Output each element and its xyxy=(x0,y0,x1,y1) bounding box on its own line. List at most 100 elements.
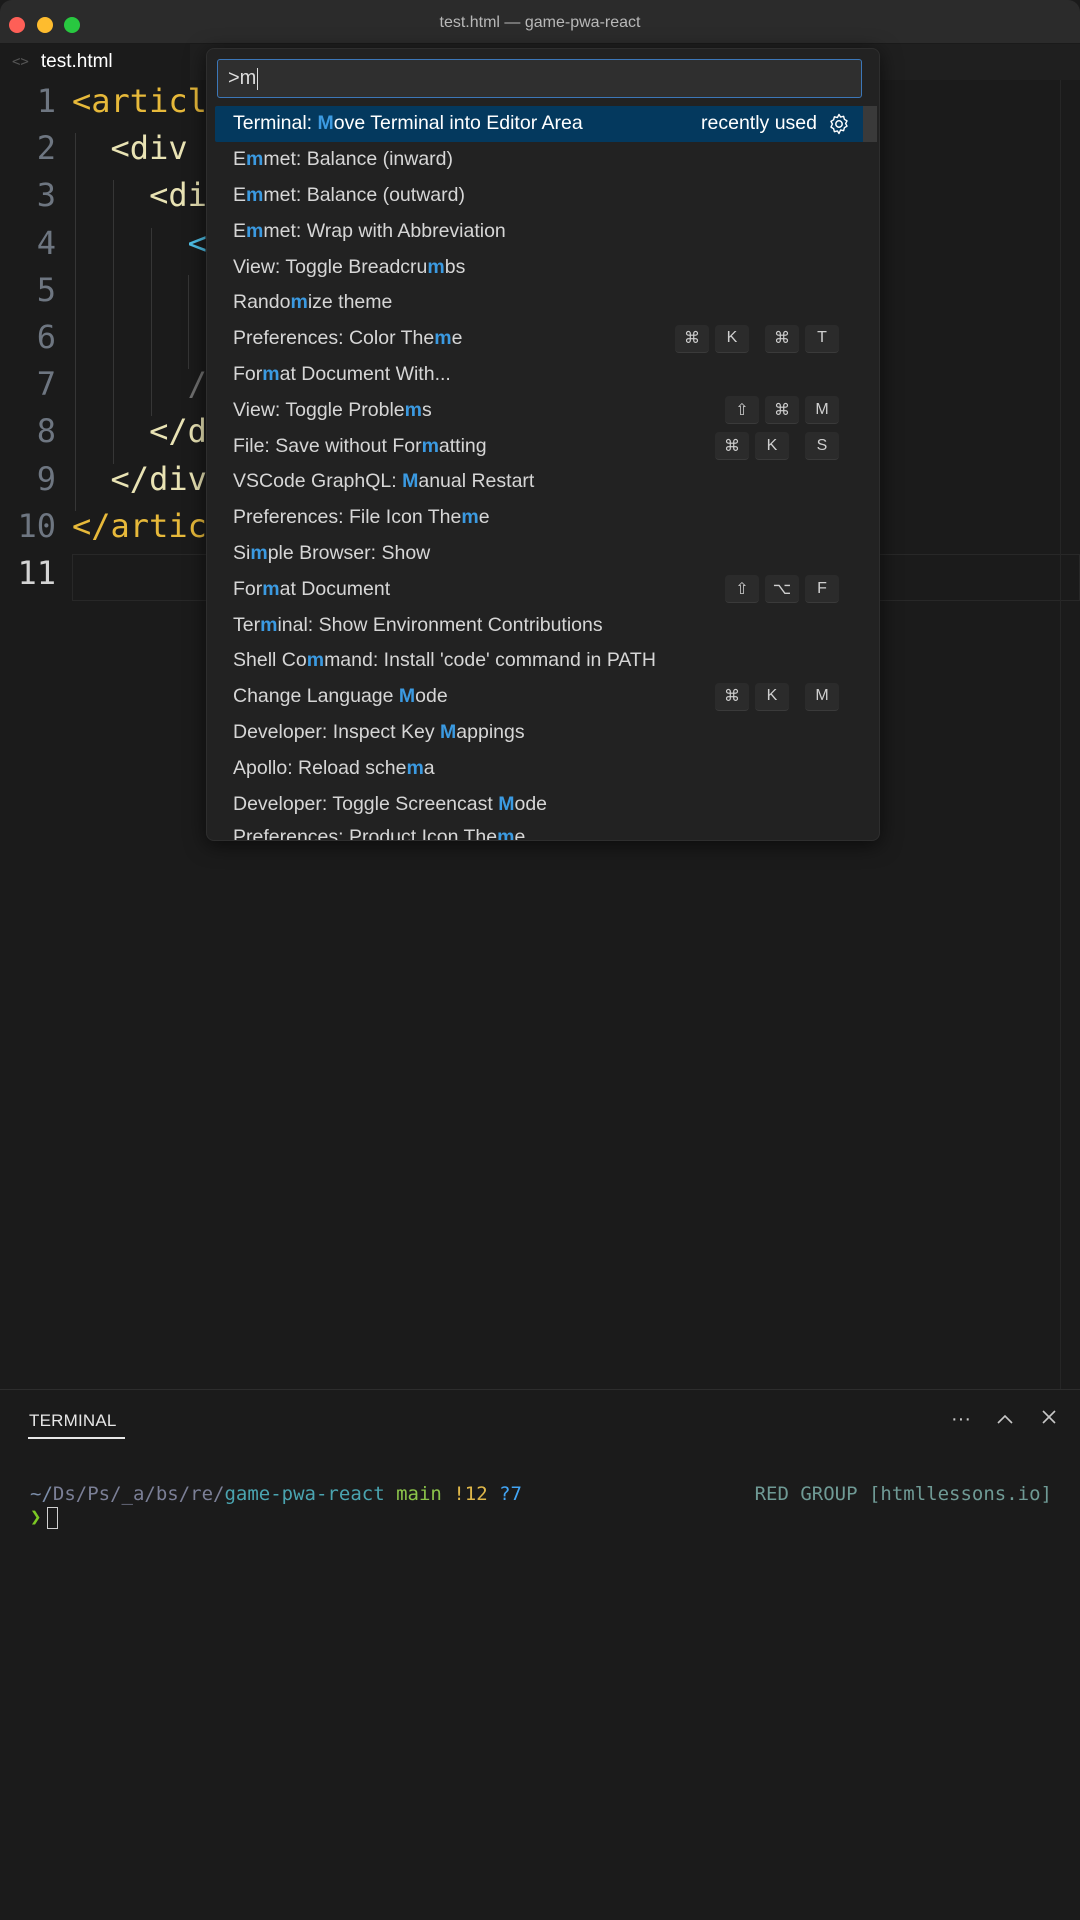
key-cap: K xyxy=(755,682,789,711)
match-highlight: m xyxy=(250,541,268,564)
command-label-text: ode xyxy=(514,792,548,815)
command-label: Simple Browser: Show xyxy=(233,542,430,565)
command-label-text: Preferences: Color The xyxy=(233,327,435,350)
command-label-text: e xyxy=(514,825,526,841)
match-highlight: m xyxy=(404,398,422,421)
command-item[interactable]: Preferences: Color Theme ⌘ K ⌘ T xyxy=(215,321,865,357)
command-item[interactable]: File: Save without Formatting ⌘ K S xyxy=(215,428,865,464)
match-highlight: M xyxy=(317,112,334,135)
command-item[interactable]: View: Toggle Breadcrumbs xyxy=(215,249,865,285)
command-item[interactable]: Format Document ⇧ ⌥ F xyxy=(215,571,865,607)
command-label: File: Save without Formatting xyxy=(233,435,487,458)
more-icon[interactable]: ··· xyxy=(950,1408,972,1431)
key-cap: ⇧ xyxy=(725,396,759,425)
command-label-text: e xyxy=(451,327,463,350)
tab-test-html[interactable]: <> test.html xyxy=(0,44,190,80)
command-label-text: E xyxy=(233,219,247,242)
command-item[interactable]: Apollo: Reload schema xyxy=(215,750,865,786)
command-label-text: anual Restart xyxy=(418,470,535,493)
key-cap: ⌘ xyxy=(715,432,749,461)
panel-actions: ··· xyxy=(950,1408,1060,1431)
key-cap: ⌘ xyxy=(765,396,799,425)
terminal-path-home: ~/ xyxy=(30,1483,53,1505)
key-cap: K xyxy=(755,432,789,461)
key-cap: M xyxy=(805,682,839,711)
command-label-text: ode xyxy=(415,685,448,708)
command-label-text: at Document xyxy=(279,577,391,600)
command-item[interactable]: Simple Browser: Show xyxy=(215,536,865,572)
command-label: Preferences: File Icon Theme xyxy=(233,506,490,529)
line-number: 9 xyxy=(36,459,56,498)
tab-terminal[interactable]: TERMINAL xyxy=(29,1411,117,1431)
command-item[interactable]: Change Language Mode ⌘ K M xyxy=(215,679,865,715)
match-highlight: m xyxy=(262,577,280,600)
command-label-text: E xyxy=(233,183,247,206)
command-item[interactable]: Terminal: Show Environment Contributions xyxy=(215,607,865,643)
command-input-value: >m xyxy=(228,67,257,89)
line-number: 7 xyxy=(36,365,56,404)
title-bar: test.html — game-pwa-react xyxy=(0,0,1080,44)
key-cap: M xyxy=(805,396,839,425)
key-cap: ⌥ xyxy=(765,575,799,604)
line-number: 11 xyxy=(17,554,56,592)
command-label-text: Preferences: Product Icon The xyxy=(233,825,498,841)
command-item[interactable]: Format Document With... xyxy=(215,357,865,393)
command-item[interactable]: Preferences: File Icon Theme xyxy=(215,500,865,536)
active-tab-indicator xyxy=(28,1437,125,1439)
command-item[interactable]: Developer: Inspect Key Mappings xyxy=(215,715,865,751)
match-highlight: m xyxy=(421,434,439,457)
command-item[interactable]: Randomize theme xyxy=(215,285,865,321)
command-label-text: appings xyxy=(456,720,525,743)
command-label-text: ove Terminal into Editor Area xyxy=(333,112,583,135)
terminal-input-line[interactable]: ❯ xyxy=(30,1506,59,1529)
terminal-prompt-line: ~/Ds/Ps/_a/bs/re/game-pwa-react main !12… xyxy=(30,1483,1052,1505)
command-item[interactable]: VSCode GraphQL: Manual Restart xyxy=(215,464,865,500)
command-item[interactable]: Terminal: Move Terminal into Editor Area… xyxy=(215,106,865,142)
command-label: Developer: Toggle Screencast Mode xyxy=(233,793,547,816)
match-highlight: m xyxy=(290,291,308,314)
terminal-path-dir: game-pwa-react xyxy=(224,1483,385,1505)
command-item[interactable]: Emmet: Balance (outward) xyxy=(215,178,865,214)
command-list-scrollbar[interactable] xyxy=(863,106,877,142)
command-label-text: met: Balance (outward) xyxy=(263,183,465,206)
command-label-text: Preferences: File Icon The xyxy=(233,506,462,529)
gear-icon[interactable] xyxy=(827,112,851,136)
command-palette-input[interactable]: >m xyxy=(217,59,862,98)
command-label: Preferences: Color Theme xyxy=(233,327,462,350)
editor-ruler xyxy=(1060,80,1061,1390)
command-label: Format Document With... xyxy=(233,363,451,386)
command-label-text: atting xyxy=(438,434,487,457)
prompt-chevron-icon: ❯ xyxy=(30,1506,42,1528)
maximize-icon[interactable] xyxy=(994,1408,1016,1431)
command-item[interactable]: Developer: Toggle Screencast Mode xyxy=(215,786,865,822)
command-label-text: Apollo: Reload sche xyxy=(233,756,407,779)
key-cap: F xyxy=(805,575,839,604)
keybinding: ⇧ ⌘ M xyxy=(725,396,839,425)
window-title: test.html — game-pwa-react xyxy=(439,14,641,31)
match-highlight: M xyxy=(402,470,419,493)
code-icon: <> xyxy=(12,54,29,70)
command-item[interactable]: View: Toggle Problems ⇧ ⌘ M xyxy=(215,392,865,428)
command-item[interactable]: Preferences: Product Icon Theme xyxy=(215,822,865,841)
command-item[interactable]: Shell Command: Install 'code' command in… xyxy=(215,643,865,679)
code-text: </d xyxy=(72,412,207,451)
close-icon[interactable] xyxy=(1038,1408,1060,1431)
command-label-text: Rando xyxy=(233,291,291,314)
command-label-text: For xyxy=(233,362,263,385)
recently-used-label: recently used xyxy=(701,112,817,135)
command-label-text: View: Toggle Proble xyxy=(233,398,405,421)
key-cap: T xyxy=(805,324,839,353)
command-item[interactable]: Emmet: Balance (inward) xyxy=(215,142,865,178)
keybinding: ⇧ ⌥ F xyxy=(725,575,839,604)
command-item[interactable]: Emmet: Wrap with Abbreviation xyxy=(215,213,865,249)
git-branch: main xyxy=(396,1483,442,1505)
match-highlight: m xyxy=(246,219,264,242)
command-label: VSCode GraphQL: Manual Restart xyxy=(233,470,534,493)
code-text: < xyxy=(72,223,207,262)
tab-label: test.html xyxy=(40,51,113,72)
command-label-text: e xyxy=(478,506,490,529)
command-list: Terminal: Move Terminal into Editor Area… xyxy=(215,106,865,841)
command-label: Preferences: Product Icon Theme xyxy=(233,825,526,841)
code-text: <articl xyxy=(72,82,207,120)
command-label-text: Ter xyxy=(233,613,261,636)
